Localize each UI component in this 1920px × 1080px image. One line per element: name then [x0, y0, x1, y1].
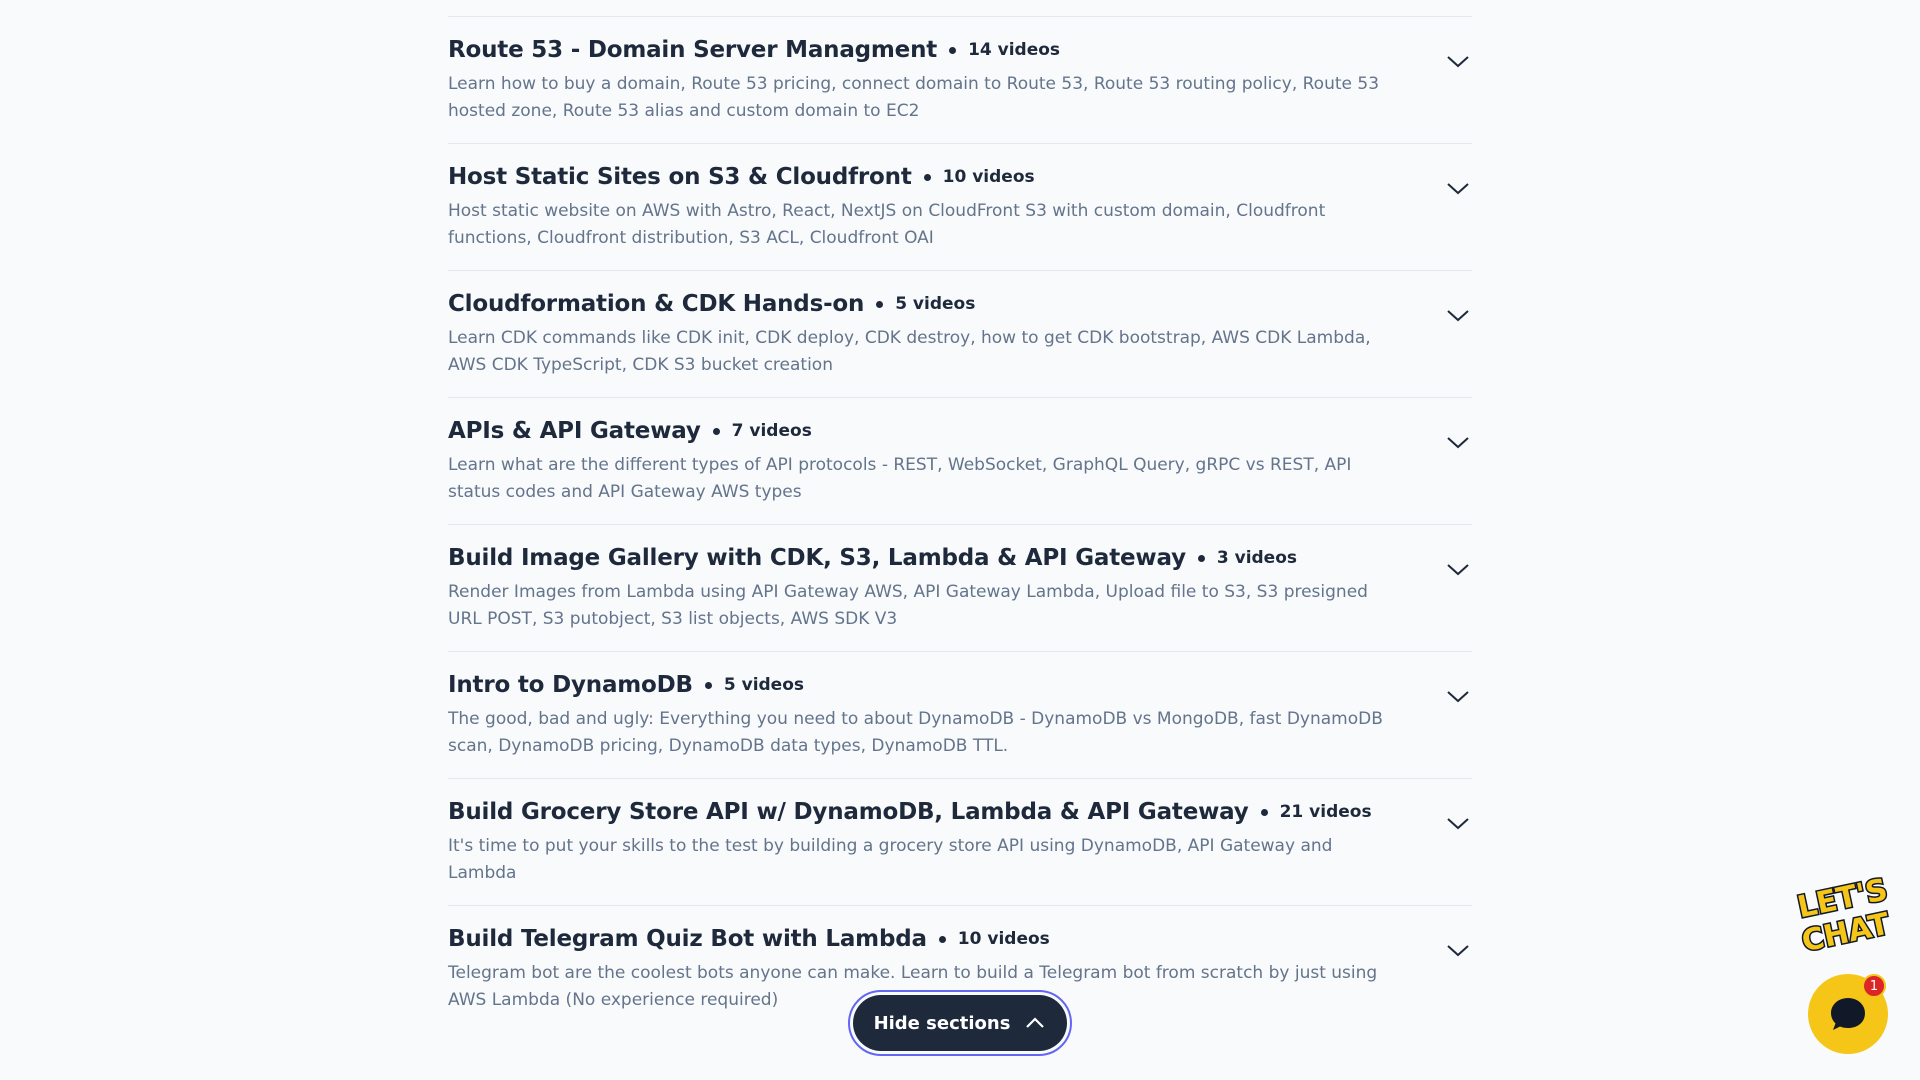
chevron-down-icon[interactable]: [1444, 559, 1472, 579]
hide-sections-button-ring: Hide sections: [848, 990, 1072, 1056]
section-image-gallery[interactable]: Build Image Gallery with CDK, S3, Lambda…: [448, 525, 1472, 652]
chevron-down-icon[interactable]: [1444, 686, 1472, 706]
video-count: 10 videos: [942, 167, 1035, 187]
chevron-down-icon[interactable]: [1444, 432, 1472, 452]
divider: [448, 0, 1472, 17]
section-header: Cloudformation & CDK Hands-on 5 videos: [448, 291, 1392, 317]
section-header: Build Grocery Store API w/ DynamoDB, Lam…: [448, 799, 1392, 825]
lets-chat-sticker[interactable]: LET'S CHAT: [1796, 872, 1896, 958]
section-description: Learn CDK commands like CDK init, CDK de…: [448, 328, 1371, 375]
section-header: APIs & API Gateway 7 videos: [448, 418, 1392, 444]
chevron-down-icon[interactable]: [1444, 178, 1472, 198]
video-count: 7 videos: [731, 421, 812, 441]
chevron-down-icon[interactable]: [1444, 305, 1472, 325]
chat-notification-badge: 1: [1862, 974, 1886, 998]
chevron-down-icon[interactable]: [1444, 51, 1472, 71]
chevron-up-icon: [1026, 1017, 1045, 1028]
section-title: Build Telegram Quiz Bot with Lambda: [448, 926, 927, 952]
section-header: Route 53 - Domain Server Managment 14 vi…: [448, 37, 1392, 63]
hide-sections-button[interactable]: Hide sections: [853, 995, 1067, 1051]
video-count: 10 videos: [957, 929, 1050, 949]
video-count: 21 videos: [1279, 802, 1372, 822]
section-title: Cloudformation & CDK Hands-on: [448, 291, 865, 317]
course-sections-list: Route 53 - Domain Server Managment 14 vi…: [448, 0, 1472, 1032]
section-description: It's time to put your skills to the test…: [448, 836, 1333, 883]
section-header: Build Telegram Quiz Bot with Lambda 10 v…: [448, 926, 1392, 952]
chat-bubble-icon: [1831, 998, 1865, 1030]
video-count: 5 videos: [723, 675, 805, 695]
section-dynamodb-intro[interactable]: Intro to DynamoDB 5 videos The good, bad…: [448, 652, 1472, 779]
section-description: Learn what are the different types of AP…: [448, 455, 1352, 502]
section-header: Build Image Gallery with CDK, S3, Lambda…: [448, 545, 1392, 571]
section-header: Host Static Sites on S3 & Cloudfront 10 …: [448, 164, 1392, 190]
section-title: Build Grocery Store API w/ DynamoDB, Lam…: [448, 799, 1249, 825]
separator-dot: [938, 935, 946, 943]
section-title: APIs & API Gateway: [448, 418, 701, 444]
separator-dot: [949, 46, 957, 54]
section-title: Intro to DynamoDB: [448, 672, 693, 698]
section-description: Render Images from Lambda using API Gate…: [448, 582, 1368, 629]
chevron-down-icon[interactable]: [1444, 940, 1472, 960]
section-title: Host Static Sites on S3 & Cloudfront: [448, 164, 912, 190]
separator-dot: [876, 300, 884, 308]
separator-dot: [704, 681, 712, 689]
section-description: Learn how to buy a domain, Route 53 pric…: [448, 74, 1380, 121]
section-grocery-store-api[interactable]: Build Grocery Store API w/ DynamoDB, Lam…: [448, 779, 1472, 906]
section-header: Intro to DynamoDB 5 videos: [448, 672, 1392, 698]
hide-sections-label: Hide sections: [873, 1012, 1011, 1034]
separator-dot: [923, 173, 931, 181]
separator-dot: [1260, 808, 1268, 816]
section-cloudformation-cdk[interactable]: Cloudformation & CDK Hands-on 5 videos L…: [448, 271, 1472, 398]
chevron-down-icon[interactable]: [1444, 813, 1472, 833]
video-count: 14 videos: [968, 40, 1061, 60]
separator-dot: [1197, 554, 1205, 562]
section-title: Route 53 - Domain Server Managment: [448, 37, 938, 63]
video-count: 5 videos: [895, 294, 976, 314]
section-static-sites[interactable]: Host Static Sites on S3 & Cloudfront 10 …: [448, 144, 1472, 271]
section-description: The good, bad and ugly: Everything you n…: [448, 709, 1383, 756]
separator-dot: [712, 427, 720, 435]
section-title: Build Image Gallery with CDK, S3, Lambda…: [448, 545, 1186, 571]
section-description: Host static website on AWS with Astro, R…: [448, 201, 1326, 248]
section-api-gateway[interactable]: APIs & API Gateway 7 videos Learn what a…: [448, 398, 1472, 525]
section-route-53[interactable]: Route 53 - Domain Server Managment 14 vi…: [448, 17, 1472, 144]
video-count: 3 videos: [1216, 548, 1298, 568]
